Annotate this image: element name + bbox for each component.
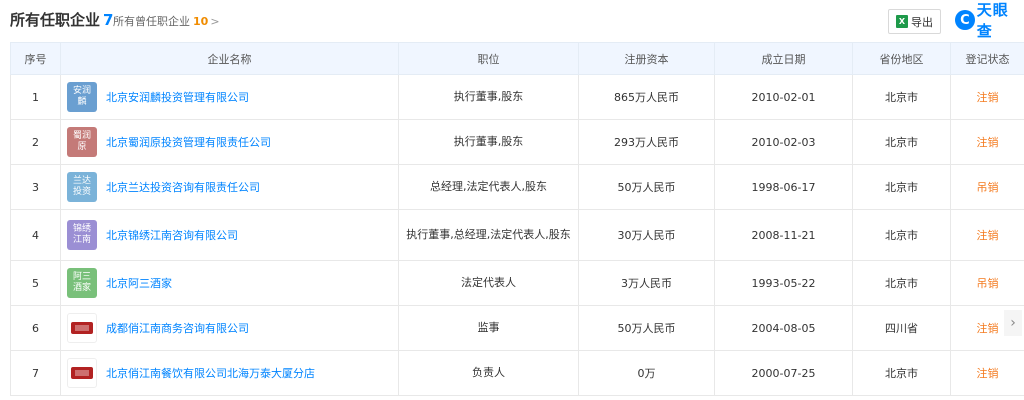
status-cell: 吊销 [950,260,1024,306]
excel-icon: X [896,15,908,28]
date-cell: 2000-07-25 [714,350,853,396]
company-logo: 安润麟 [67,82,97,112]
capital-cell: 3万人民币 [578,260,715,306]
capital-cell: 0万 [578,350,715,396]
col-header-date: 成立日期 [714,42,853,75]
position-cell: 执行董事,股东 [398,119,579,165]
table-header-row: 序号 企业名称 职位 注册资本 成立日期 省份地区 登记状态 [10,42,1024,75]
company-logo [67,313,97,343]
company-cell: 成都俏江南商务咨询有限公司 [60,305,399,351]
company-name-link[interactable]: 北京俏江南餐饮有限公司北海万泰大厦分店 [106,365,315,381]
logo-mark-icon: C [955,10,975,30]
row-index: 2 [10,119,61,165]
table-row: 5 阿三酒家 北京阿三酒家 法定代表人 3万人民币 1993-05-22 北京市… [10,260,1024,306]
company-name-link[interactable]: 北京锦绣江南咨询有限公司 [106,227,238,243]
logo-text: 天眼查 [976,1,1009,40]
position-cell: 法定代表人 [398,260,579,306]
row-index: 4 [10,209,61,261]
position-cell: 执行董事,总经理,法定代表人,股东 [398,209,579,261]
table-row: 7 北京俏江南餐饮有限公司北海万泰大厦分店 负责人 0万 2000-07-25 … [10,350,1024,396]
province-cell: 北京市 [852,164,951,210]
title-text: 所有任职企业 [10,11,101,29]
scroll-right-icon[interactable]: › [1004,310,1022,336]
company-logo: 阿三酒家 [67,268,97,298]
company-logo: 兰达投资 [67,172,97,202]
section-header: 所有任职企业 7 所有曾任职企业 10 > X 导出 C 天眼查 [0,0,1024,42]
col-header-status: 登记状态 [950,42,1024,75]
row-index: 3 [10,164,61,210]
export-button[interactable]: X 导出 [888,9,941,34]
row-index: 7 [10,350,61,396]
date-cell: 2008-11-21 [714,209,853,261]
capital-cell: 293万人民币 [578,119,715,165]
company-name-link[interactable]: 成都俏江南商务咨询有限公司 [106,320,249,336]
status-cell: 注销 [950,119,1024,165]
province-cell: 四川省 [852,305,951,351]
date-cell: 1998-06-17 [714,164,853,210]
past-companies-label: 所有曾任职企业 [113,15,190,28]
company-cell: 北京俏江南餐饮有限公司北海万泰大厦分店 [60,350,399,396]
company-cell: 蜀润原 北京蜀润原投资管理有限责任公司 [60,119,399,165]
company-name-link[interactable]: 北京兰达投资咨询有限责任公司 [106,179,260,195]
company-name-link[interactable]: 北京蜀润原投资管理有限责任公司 [106,134,271,150]
position-cell: 监事 [398,305,579,351]
date-cell: 1993-05-22 [714,260,853,306]
province-cell: 北京市 [852,74,951,120]
past-companies-link[interactable]: 所有曾任职企业 10 > [113,13,220,29]
company-logo: 蜀润原 [67,127,97,157]
table-row: 4 锦绣江南 北京锦绣江南咨询有限公司 执行董事,总经理,法定代表人,股东 30… [10,209,1024,261]
col-header-company: 企业名称 [60,42,399,75]
company-cell: 阿三酒家 北京阿三酒家 [60,260,399,306]
capital-cell: 865万人民币 [578,74,715,120]
status-cell: 注销 [950,350,1024,396]
company-seal-icon [71,367,93,379]
province-cell: 北京市 [852,119,951,165]
company-cell: 安润麟 北京安润麟投资管理有限公司 [60,74,399,120]
status-cell: 注销 [950,209,1024,261]
date-cell: 2004-08-05 [714,305,853,351]
capital-cell: 50万人民币 [578,305,715,351]
table-row: 2 蜀润原 北京蜀润原投资管理有限责任公司 执行董事,股东 293万人民币 20… [10,119,1024,165]
province-cell: 北京市 [852,350,951,396]
col-header-province: 省份地区 [852,42,951,75]
export-label: 导出 [911,15,933,29]
tianyancha-logo: C 天眼查 [955,1,1024,40]
company-cell: 兰达投资 北京兰达投资咨询有限责任公司 [60,164,399,210]
company-logo: 锦绣江南 [67,220,97,250]
col-header-position: 职位 [398,42,579,75]
chevron-right-icon: > [210,15,220,28]
province-cell: 北京市 [852,260,951,306]
companies-table: 序号 企业名称 职位 注册资本 成立日期 省份地区 登记状态 1 安润麟 北京安… [10,42,1024,396]
row-index: 6 [10,305,61,351]
company-logo [67,358,97,388]
company-cell: 锦绣江南 北京锦绣江南咨询有限公司 [60,209,399,261]
position-cell: 负责人 [398,350,579,396]
status-cell: 吊销 [950,164,1024,210]
capital-cell: 50万人民币 [578,164,715,210]
past-companies-count: 10 [193,15,209,28]
col-header-capital: 注册资本 [578,42,715,75]
company-name-link[interactable]: 北京安润麟投资管理有限公司 [106,89,249,105]
row-index: 1 [10,74,61,120]
date-cell: 2010-02-01 [714,74,853,120]
position-cell: 执行董事,股东 [398,74,579,120]
position-cell: 总经理,法定代表人,股东 [398,164,579,210]
company-name-link[interactable]: 北京阿三酒家 [106,275,172,291]
section-title: 所有任职企业 7 [10,9,113,30]
status-cell: 注销 [950,74,1024,120]
col-header-index: 序号 [10,42,61,75]
date-cell: 2010-02-03 [714,119,853,165]
title-count: 7 [103,11,114,29]
table-row: 1 安润麟 北京安润麟投资管理有限公司 执行董事,股东 865万人民币 2010… [10,74,1024,120]
table-row: 6 成都俏江南商务咨询有限公司 监事 50万人民币 2004-08-05 四川省… [10,305,1024,351]
province-cell: 北京市 [852,209,951,261]
company-seal-icon [71,322,93,334]
row-index: 5 [10,260,61,306]
table-row: 3 兰达投资 北京兰达投资咨询有限责任公司 总经理,法定代表人,股东 50万人民… [10,164,1024,210]
capital-cell: 30万人民币 [578,209,715,261]
